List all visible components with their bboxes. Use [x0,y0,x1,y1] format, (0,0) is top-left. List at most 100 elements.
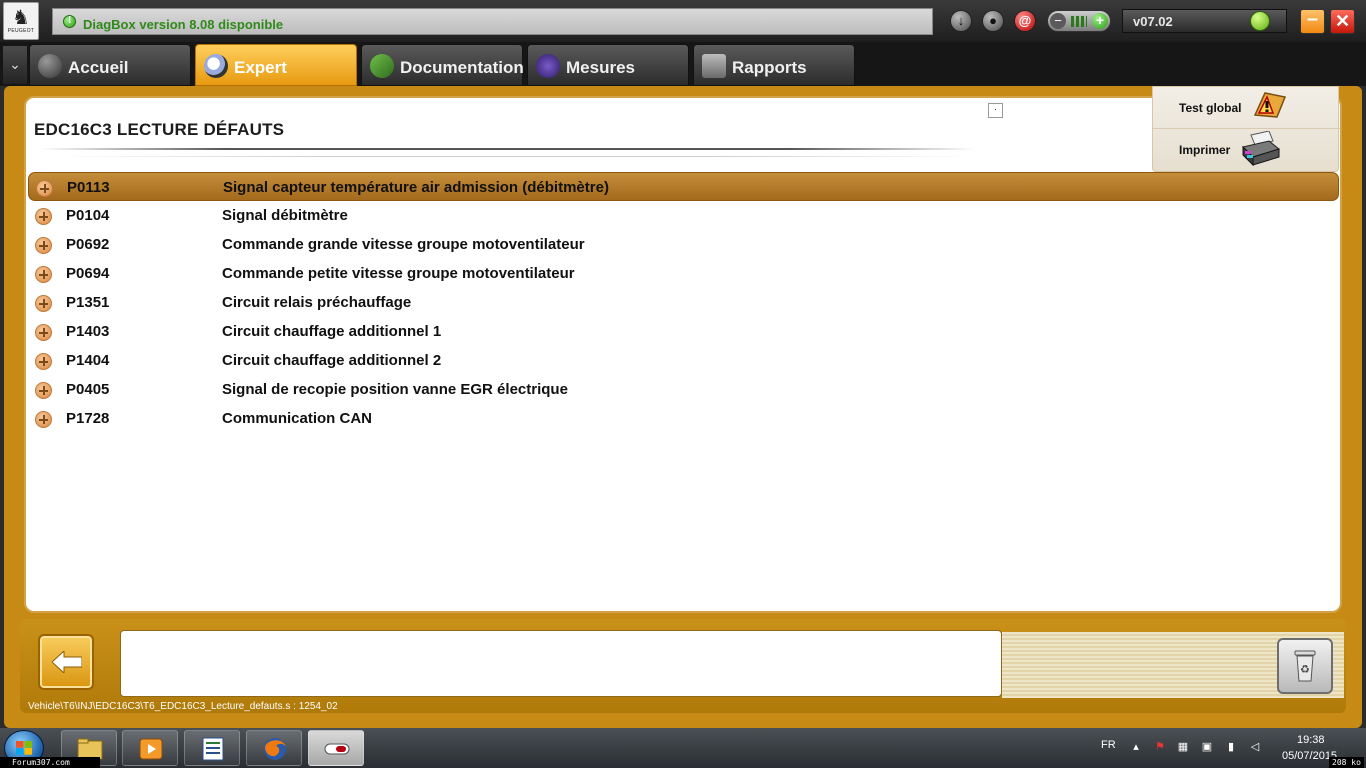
os-taskbar: FR ▴ ⚑ ▦ ▣ ▮ ◁ 19:38 05/07/2015 [0,728,1366,768]
version-label: v07.02 [1133,14,1173,29]
expand-plus-icon[interactable] [35,411,52,428]
tab-label: Accueil [68,58,129,77]
title-divider [40,148,975,150]
watermark: Forum307.com [0,757,100,768]
fault-code: P1351 [66,294,110,311]
minimize-button[interactable]: – [1300,9,1325,34]
file-size-label: 208 ko [1329,757,1364,768]
fault-row[interactable]: P1728 Communication CAN [28,404,1339,433]
tab-bar: ⌄ Accueil Expert Documentation Mesures R… [0,42,1366,86]
print-label: Imprimer [1179,143,1231,157]
user-icon[interactable]: ● [982,10,1004,32]
small-toggle-box[interactable]: · [988,103,1003,118]
fault-description: Circuit relais préchauffage [222,294,412,311]
waveform-icon [536,54,560,78]
tab-label: Rapports [732,58,807,77]
fault-description: Signal capteur température air admission… [223,179,609,196]
download-icon[interactable]: ↓ [950,10,972,32]
fault-description: Communication CAN [222,410,372,427]
fault-list: P0113 Signal capteur température air adm… [28,172,1339,433]
tab-mesures[interactable]: Mesures [527,44,689,86]
tab-rapports[interactable]: Rapports [693,44,855,86]
show-hidden-icons-icon[interactable]: ▴ [1129,740,1143,754]
fault-description: Signal débitmètre [222,207,348,224]
device-icon[interactable]: ▣ [1200,740,1214,754]
clock-time[interactable]: 19:38 [1297,734,1325,746]
fault-description: Circuit chauffage additionnel 1 [222,323,442,340]
windows-flag-icon[interactable]: ▦ [1176,740,1190,754]
fault-code: P0694 [66,265,110,282]
media-player-icon [139,738,163,760]
language-indicator[interactable]: FR [1101,739,1116,751]
taskbar-document[interactable] [184,730,240,766]
expand-plus-icon[interactable] [35,208,52,225]
printer-icon [1242,131,1281,167]
recycle-bin-icon: ♻ [1294,650,1316,682]
connection-status-icon[interactable] [1250,11,1270,31]
tab-accueil[interactable]: Accueil [29,44,191,86]
firefox-icon [264,738,286,760]
fault-description: Commande petite vitesse groupe motoventi… [222,265,575,282]
fault-code: P1404 [66,352,110,369]
taskbar-firefox[interactable] [246,730,302,766]
network-signal-icon[interactable]: ▮ [1224,740,1238,754]
expand-plus-icon[interactable] [36,180,53,197]
expand-plus-icon[interactable] [35,295,52,312]
fault-code: P0405 [66,381,110,398]
fault-row[interactable]: P1404 Circuit chauffage additionnel 2 [28,346,1339,375]
volume-down-icon[interactable]: − [1050,13,1066,29]
document-icon [202,737,224,761]
warning-icon [1253,92,1287,118]
peugeot-logo: ♞ PEUGEOT [3,2,39,40]
fault-code: P0113 [67,179,110,196]
volume-level [1071,16,1087,27]
expand-plus-icon[interactable] [35,324,52,341]
info-icon [63,15,76,28]
trash-button[interactable]: ♻ [1277,638,1333,694]
action-center-icon[interactable]: ⚑ [1153,740,1167,754]
expand-plus-icon[interactable] [35,237,52,254]
chevron-down-icon[interactable]: ⌄ [3,46,27,84]
notice-text: DiagBox version 8.08 disponible [83,17,284,32]
back-button[interactable] [38,634,94,690]
speaker-icon[interactable]: ◁ [1248,740,1262,754]
lion-icon: ♞ [12,7,30,29]
tab-label: Expert [234,58,287,77]
fault-code: P1728 [66,410,110,427]
tab-label: Mesures [566,58,635,77]
fault-description: Signal de recopie position vanne EGR éle… [222,381,568,398]
message-area [120,630,1002,697]
book-icon [370,54,394,78]
tab-documentation[interactable]: Documentation [361,44,524,86]
fault-row[interactable]: P0692 Commande grande vitesse groupe mot… [28,230,1339,259]
magnifier-icon [204,54,228,78]
fault-row[interactable]: P0104 Signal débitmètre [28,201,1339,230]
fault-row[interactable]: P1403 Circuit chauffage additionnel 1 [28,317,1339,346]
taskbar-diagbox[interactable] [308,730,364,766]
fault-row[interactable]: P0694 Commande petite vitesse groupe mot… [28,259,1339,288]
fault-row[interactable]: P1351 Circuit relais préchauffage [28,288,1339,317]
expand-plus-icon[interactable] [35,353,52,370]
email-icon[interactable]: @ [1014,10,1036,32]
diagbox-icon [324,743,350,755]
fault-row[interactable]: P0405 Signal de recopie position vanne E… [28,375,1339,404]
fault-row[interactable]: P0113 Signal capteur température air adm… [28,172,1339,201]
fault-description: Circuit chauffage additionnel 2 [222,352,442,369]
test-global-button[interactable]: Test global [1153,87,1340,129]
expand-plus-icon[interactable] [35,266,52,283]
tab-label: Documentation [400,58,524,77]
fault-code: P0104 [66,207,110,224]
volume-up-icon[interactable]: + [1092,13,1108,29]
test-global-label: Test global [1179,101,1242,115]
volume-control[interactable]: − + [1047,10,1111,32]
expand-plus-icon[interactable] [35,382,52,399]
report-icon [702,54,726,78]
home-icon [38,54,62,78]
fault-code: P0692 [66,236,110,253]
tab-expert[interactable]: Expert [195,44,357,86]
taskbar-media-player[interactable] [122,730,178,766]
version-box: v07.02 [1122,9,1287,33]
close-button[interactable]: ✕ [1330,9,1355,34]
update-notice[interactable]: DiagBox version 8.08 disponible [52,8,933,35]
print-button[interactable]: Imprimer [1153,129,1340,171]
